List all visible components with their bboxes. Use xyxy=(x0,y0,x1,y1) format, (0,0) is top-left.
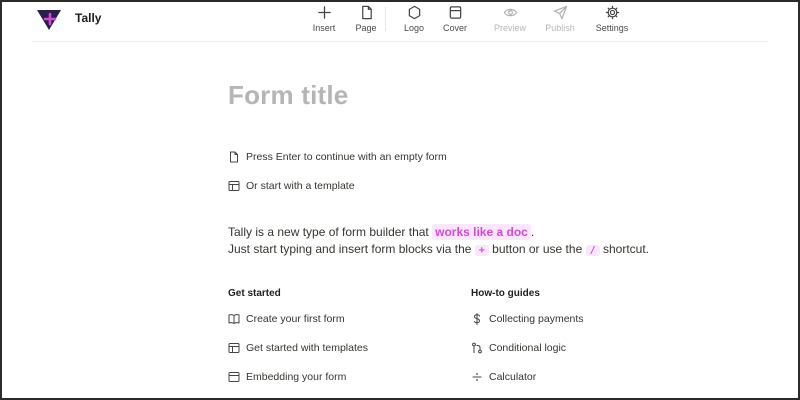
template-label: Or start with a template xyxy=(246,180,355,192)
header-divider xyxy=(32,41,768,42)
cover-icon xyxy=(449,6,461,19)
template-icon xyxy=(228,181,240,191)
collecting-payments-link[interactable]: Collecting payments xyxy=(471,312,584,326)
publish-button[interactable]: Publish xyxy=(530,5,590,33)
get-started-heading: Get started xyxy=(228,288,281,299)
intro-text-3: button or use the xyxy=(492,242,583,256)
hexagon-icon xyxy=(408,5,420,20)
calculator-link[interactable]: Calculator xyxy=(471,370,536,384)
app-name: Tally xyxy=(75,11,102,25)
embedding-link[interactable]: Embedding your form xyxy=(228,370,346,384)
plus-key-badge: + xyxy=(474,245,489,256)
intro-line-1: Tally is a new type of form builder that… xyxy=(228,224,535,240)
plus-icon xyxy=(317,6,331,19)
page-icon xyxy=(230,151,238,163)
publish-label: Publish xyxy=(545,23,575,33)
cover-button[interactable]: Cover xyxy=(425,5,485,33)
intro-line-2: Just start typing and insert form blocks… xyxy=(228,242,649,256)
how-to-guides-heading: How-to guides xyxy=(471,288,540,299)
window-icon xyxy=(228,372,240,382)
empty-form-option[interactable]: Press Enter to continue with an empty fo… xyxy=(228,149,447,165)
create-first-form-link[interactable]: Create your first form xyxy=(228,312,345,326)
settings-button[interactable]: Settings xyxy=(582,5,642,33)
intro-text-2: Just start typing and insert form blocks… xyxy=(228,242,472,256)
git-branch-icon xyxy=(472,342,482,354)
calculator-label: Calculator xyxy=(489,371,537,383)
slash-key-badge: / xyxy=(585,245,600,256)
collecting-payments-label: Collecting payments xyxy=(489,313,584,325)
book-icon xyxy=(228,314,240,324)
intro-text-4: shortcut. xyxy=(602,242,649,256)
cover-label: Cover xyxy=(442,23,467,33)
intro-text: Tally is a new type of form builder that xyxy=(228,225,429,239)
works-like-a-doc-highlight: works like a doc xyxy=(432,224,531,240)
conditional-logic-link[interactable]: Conditional logic xyxy=(471,341,566,355)
embedding-label: Embedding your form xyxy=(246,371,347,383)
form-title-input[interactable]: Form title xyxy=(228,80,348,111)
eye-icon xyxy=(503,8,517,17)
template-option[interactable]: Or start with a template xyxy=(228,178,355,194)
tally-logo-icon[interactable] xyxy=(36,8,62,32)
templates-label: Get started with templates xyxy=(246,342,368,354)
empty-form-label: Press Enter to continue with an empty fo… xyxy=(246,151,447,163)
top-bar: Tally Insert Page Logo Cover Preview Pub… xyxy=(0,0,800,42)
divide-icon xyxy=(472,373,482,381)
templates-link[interactable]: Get started with templates xyxy=(228,341,368,355)
gear-icon xyxy=(605,5,619,20)
settings-label: Settings xyxy=(595,23,629,33)
intro-period: . xyxy=(530,225,535,239)
conditional-logic-label: Conditional logic xyxy=(489,342,567,354)
template-icon xyxy=(228,343,240,353)
dollar-icon xyxy=(473,313,481,325)
page-icon xyxy=(361,5,372,20)
window-frame xyxy=(0,0,800,400)
send-icon xyxy=(553,5,567,20)
create-first-form-label: Create your first form xyxy=(246,313,345,325)
